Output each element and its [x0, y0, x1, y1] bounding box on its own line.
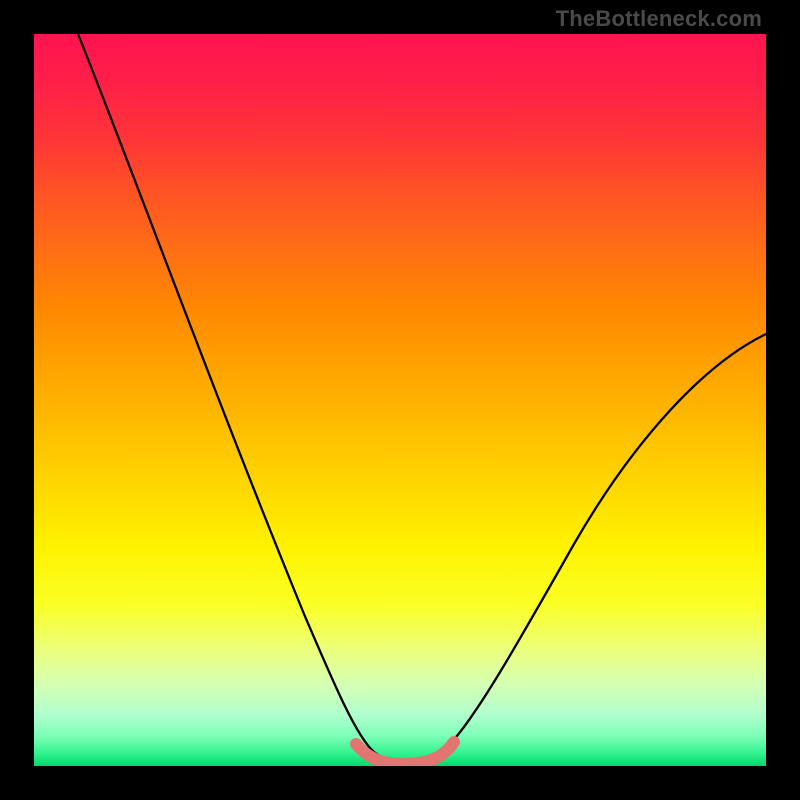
optimal-flat-segment — [356, 742, 454, 764]
plot-area — [34, 34, 766, 766]
watermark-text: TheBottleneck.com — [556, 6, 762, 32]
chart-frame: TheBottleneck.com — [0, 0, 800, 800]
bottleneck-curve-svg — [34, 34, 766, 766]
bottleneck-curve — [78, 34, 766, 763]
